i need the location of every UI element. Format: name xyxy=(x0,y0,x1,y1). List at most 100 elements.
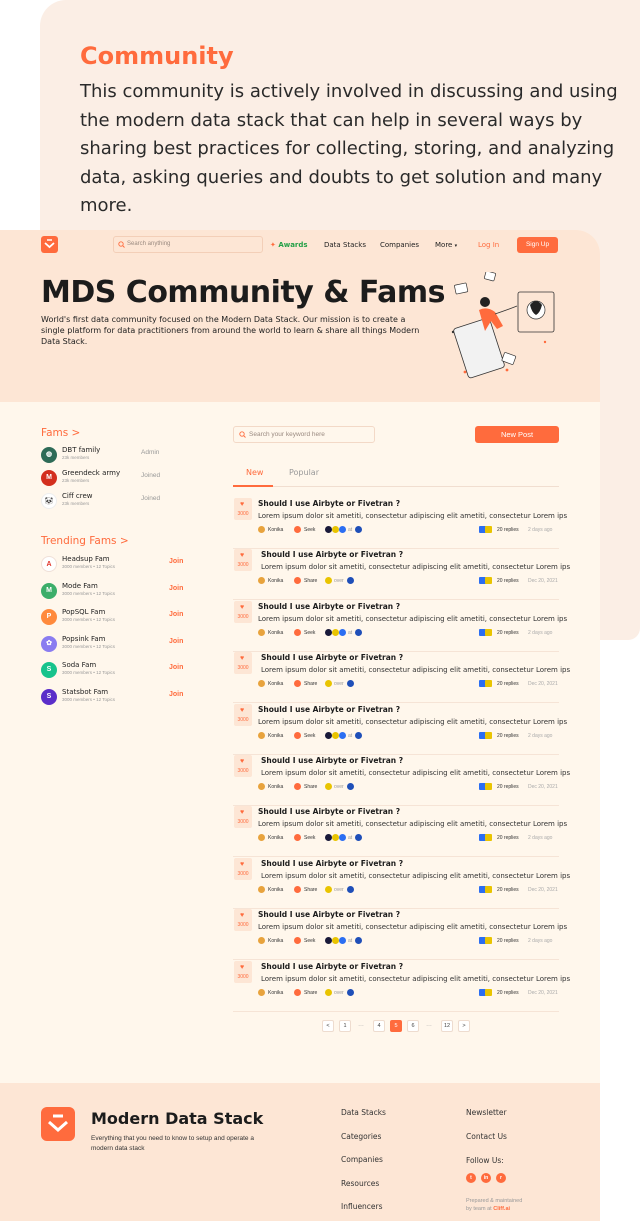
upvote-button[interactable]: ♥ 3000 xyxy=(234,703,252,726)
post-title[interactable]: Should I use Airbyte or Fivetran ? xyxy=(261,859,403,868)
tab-popular[interactable]: Popular xyxy=(289,468,319,477)
footer-link[interactable]: Resources xyxy=(341,1179,379,1188)
upvote-button[interactable]: ♥ 3000 xyxy=(234,806,252,829)
prev-page-button[interactable]: < xyxy=(322,1020,334,1032)
join-button[interactable]: Join xyxy=(169,558,183,565)
reply-count[interactable]: 20 replies xyxy=(497,630,519,636)
nav-more-menu[interactable]: More ▾ xyxy=(435,241,457,249)
reply-count[interactable]: 20 replies xyxy=(497,784,519,790)
page-number-button[interactable]: 1 xyxy=(339,1020,351,1032)
post-item[interactable]: ♥ 3000 Should I use Airbyte or Fivetran ? L… xyxy=(233,652,570,704)
author-avatar xyxy=(258,628,265,636)
team-link[interactable]: Cliff.ai xyxy=(493,1206,510,1212)
post-author[interactable]: Konika xyxy=(268,990,283,996)
login-link[interactable]: Log In xyxy=(478,241,499,249)
post-author[interactable]: Konika xyxy=(268,527,283,533)
fam-row[interactable]: ◍ DBT family 23k members Admin xyxy=(41,445,201,465)
upvote-button[interactable]: ♥ 3000 xyxy=(234,549,252,572)
join-button[interactable]: Join xyxy=(169,664,183,671)
join-button[interactable]: Join xyxy=(169,638,183,645)
upvote-button[interactable]: ♥ 3000 xyxy=(234,498,252,520)
nav-companies-link[interactable]: Companies xyxy=(380,241,419,249)
page-number-button[interactable]: 4 xyxy=(373,1020,385,1032)
post-item[interactable]: ♥ 3000 Should I use Airbyte or Fivetran ? L… xyxy=(233,755,570,806)
post-title[interactable]: Should I use Airbyte or Fivetran ? xyxy=(261,653,403,662)
next-page-button[interactable]: > xyxy=(458,1020,470,1032)
post-item[interactable]: ♥ 3000 Should I use Airbyte or Fivetran ? L… xyxy=(233,960,570,1012)
trending-fam-name[interactable]: Soda Fam xyxy=(62,661,96,669)
post-item[interactable]: ♥ 3000 Should I use Airbyte or Fivetran ? L… xyxy=(233,703,567,755)
post-title[interactable]: Should I use Airbyte or Fivetran ? xyxy=(261,962,403,971)
post-title[interactable]: Should I use Airbyte or Fivetran ? xyxy=(261,756,403,765)
join-button[interactable]: Join xyxy=(169,611,183,618)
reply-count[interactable]: 20 replies xyxy=(497,990,519,996)
trending-fam-name[interactable]: Mode Fam xyxy=(62,582,98,590)
footer-link[interactable]: Companies xyxy=(341,1155,383,1164)
footer-link[interactable]: Influencers xyxy=(341,1202,383,1211)
upvote-button[interactable]: ♥ 3000 xyxy=(234,960,252,983)
upvote-button[interactable]: ♥ 3000 xyxy=(234,600,252,623)
fam-row[interactable]: M Greendeck army 23k members Joined xyxy=(41,468,201,488)
post-author[interactable]: Konika xyxy=(268,578,283,584)
reply-count[interactable]: 20 replies xyxy=(497,578,519,584)
page-number-button[interactable]: 6 xyxy=(407,1020,419,1032)
footer-link[interactable]: Newsletter xyxy=(466,1108,507,1117)
community-description: This community is actively involved in d… xyxy=(80,81,618,216)
upvote-button[interactable]: ♥ 3000 xyxy=(234,652,252,675)
post-item[interactable]: ♥ 3000 Should I use Airbyte or Fivetran ? L… xyxy=(233,857,570,909)
post-item[interactable]: ♥ 3000 Should I use Airbyte or Fivetran ? L… xyxy=(233,806,567,858)
upvote-button[interactable]: ♥ 3000 xyxy=(234,857,252,880)
tab-new[interactable]: New xyxy=(246,468,263,477)
post-title[interactable]: Should I use Airbyte or Fivetran ? xyxy=(258,807,400,816)
post-title[interactable]: Should I use Airbyte or Fivetran ? xyxy=(258,602,400,611)
nav-data-stacks-link[interactable]: Data Stacks xyxy=(324,241,366,249)
fam-row[interactable]: 🐼 Ciff crew 23k members Joined xyxy=(41,491,201,511)
reply-count[interactable]: 20 replies xyxy=(497,681,519,687)
page-number-button[interactable]: 5 xyxy=(390,1020,402,1032)
new-post-button[interactable]: New Post xyxy=(475,426,559,443)
reply-count[interactable]: 20 replies xyxy=(497,527,519,533)
nav-search-input[interactable]: Search anything xyxy=(113,236,263,253)
trending-fams-heading[interactable]: Trending Fams > xyxy=(41,535,129,547)
post-author[interactable]: Konika xyxy=(268,733,283,739)
signup-button[interactable]: Sign Up xyxy=(517,237,558,253)
reply-count[interactable]: 20 replies xyxy=(497,835,519,841)
footer-link[interactable]: Contact Us xyxy=(466,1132,507,1141)
footer-link[interactable]: Categories xyxy=(341,1132,381,1141)
post-item[interactable]: ♥ 3000 Should I use Airbyte or Fivetran ? L… xyxy=(233,600,567,652)
upvote-button[interactable]: ♥ 3000 xyxy=(234,755,252,777)
post-author[interactable]: Konika xyxy=(268,681,283,687)
post-author[interactable]: Konika xyxy=(268,938,283,944)
post-title[interactable]: Should I use Airbyte or Fivetran ? xyxy=(261,550,403,559)
mds-logo-icon[interactable] xyxy=(41,1107,75,1141)
post-item[interactable]: ♥ 3000 Should I use Airbyte or Fivetran ? L… xyxy=(233,498,567,549)
reply-count[interactable]: 20 replies xyxy=(497,887,519,893)
post-title[interactable]: Should I use Airbyte or Fivetran ? xyxy=(258,910,400,919)
trending-fam-name[interactable]: PopSQL Fam xyxy=(62,608,105,616)
page-number-button[interactable]: 12 xyxy=(441,1020,453,1032)
twitter-icon[interactable]: t xyxy=(466,1173,476,1183)
post-author[interactable]: Konika xyxy=(268,835,283,841)
trending-fam-name[interactable]: Statsbot Fam xyxy=(62,688,108,696)
reddit-icon[interactable]: r xyxy=(496,1173,506,1183)
reply-count[interactable]: 20 replies xyxy=(497,938,519,944)
upvote-button[interactable]: ♥ 3000 xyxy=(234,909,252,932)
trending-fam-name[interactable]: Popsink Fam xyxy=(62,635,106,643)
post-author[interactable]: Konika xyxy=(268,784,283,790)
reply-count[interactable]: 20 replies xyxy=(497,733,519,739)
post-item[interactable]: ♥ 3000 Should I use Airbyte or Fivetran ? L… xyxy=(233,909,567,961)
fams-heading[interactable]: Fams > xyxy=(41,427,80,439)
post-title[interactable]: Should I use Airbyte or Fivetran ? xyxy=(258,705,400,714)
post-title[interactable]: Should I use Airbyte or Fivetran ? xyxy=(258,499,400,508)
linkedin-icon[interactable]: in xyxy=(481,1173,491,1183)
footer-link[interactable]: Data Stacks xyxy=(341,1108,386,1117)
join-button[interactable]: Join xyxy=(169,691,183,698)
trending-fam-name[interactable]: Headsup Fam xyxy=(62,555,110,563)
post-author[interactable]: Konika xyxy=(268,630,283,636)
nav-awards-link[interactable]: ✦ Awards xyxy=(270,241,308,249)
post-author[interactable]: Konika xyxy=(268,887,283,893)
mds-logo-icon[interactable] xyxy=(41,236,58,253)
post-item[interactable]: ♥ 3000 Should I use Airbyte or Fivetran ? L… xyxy=(233,549,570,601)
join-button[interactable]: Join xyxy=(169,585,183,592)
keyword-search-input[interactable]: Search your keyword here xyxy=(233,426,375,443)
